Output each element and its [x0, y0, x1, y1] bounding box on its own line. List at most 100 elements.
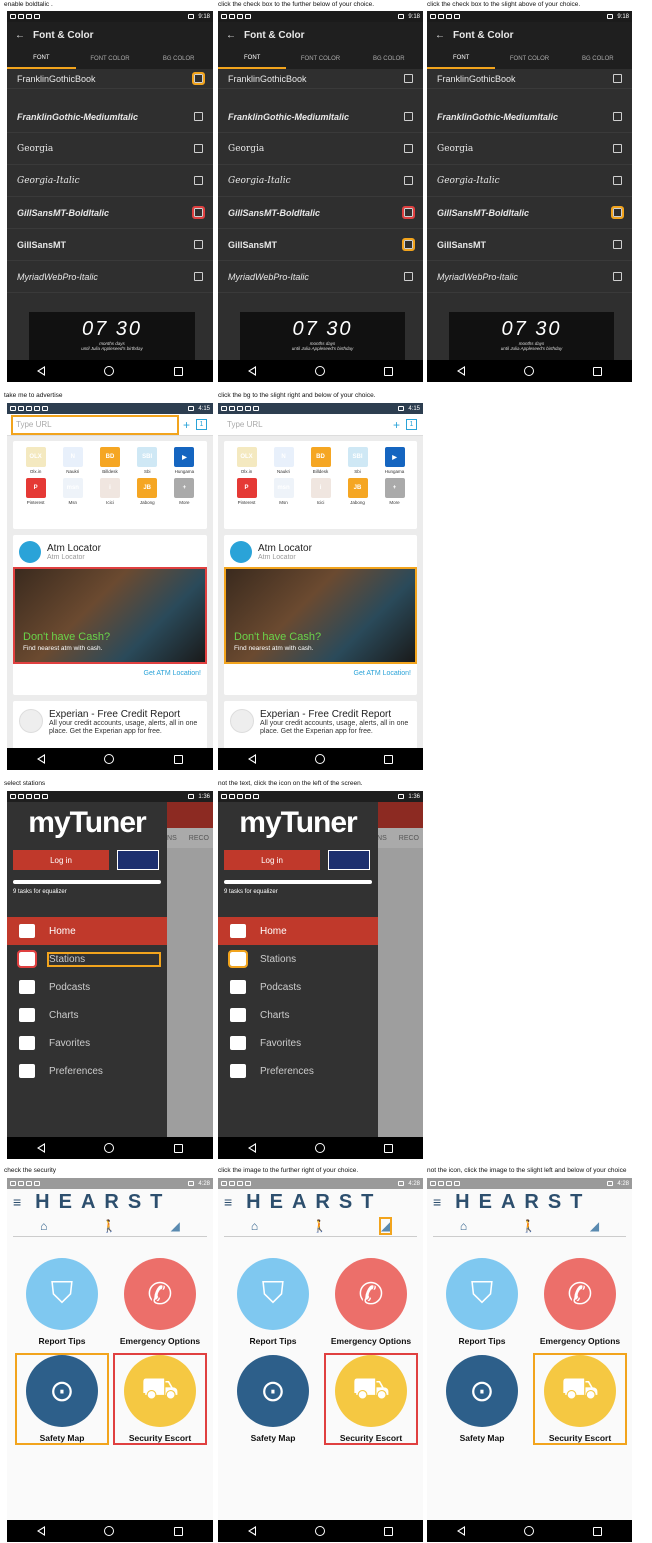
home-tab-icon[interactable]: ⌂ — [251, 1219, 258, 1233]
checkbox[interactable] — [613, 272, 622, 281]
recents-icon[interactable] — [174, 366, 184, 376]
checkbox[interactable] — [194, 144, 203, 153]
checkbox[interactable] — [194, 112, 203, 121]
app-shortcut[interactable]: + More — [376, 478, 413, 505]
get-atm-link[interactable]: Get ATM Location! — [224, 662, 417, 685]
country-flag[interactable] — [117, 850, 159, 870]
font-row[interactable]: Georgia — [218, 133, 423, 165]
report-tips-item[interactable]: ⛉ Report Tips — [437, 1258, 527, 1346]
country-flag[interactable] — [328, 850, 370, 870]
car-icon[interactable]: ⛟ — [544, 1355, 616, 1427]
checkbox[interactable] — [402, 238, 415, 251]
recents-icon[interactable] — [384, 366, 394, 376]
arrow-left-icon[interactable]: ← — [435, 30, 445, 41]
font-row[interactable]: FranklinGothicBook — [427, 69, 632, 89]
checkbox[interactable] — [192, 72, 205, 85]
radio-icon[interactable] — [228, 950, 248, 968]
shield-icon[interactable]: ⛉ — [237, 1258, 309, 1330]
font-row[interactable]: MyriadWebPro-Italic — [7, 261, 213, 293]
app-shortcut[interactable]: msn Msn — [265, 478, 302, 505]
back-icon[interactable] — [456, 366, 465, 376]
menu-item-charts[interactable]: Charts — [7, 1001, 167, 1029]
back-icon[interactable] — [36, 366, 45, 376]
add-tab-button[interactable]: + — [393, 418, 400, 432]
emergency-options-item[interactable]: ✆ Emergency Options — [115, 1258, 205, 1346]
safety-map-item[interactable]: ⊙ Safety Map — [228, 1355, 318, 1443]
app-shortcut[interactable]: OLX Olx.in — [17, 447, 54, 474]
home-icon[interactable] — [314, 1526, 325, 1536]
home-icon[interactable] — [314, 1143, 325, 1153]
tab-bg-color[interactable]: BG COLOR — [564, 48, 632, 69]
font-row[interactable]: GillSansMT-BoldItalic — [7, 197, 213, 229]
font-row[interactable]: FranklinGothic-MediumItalic — [427, 101, 632, 133]
checkbox[interactable] — [194, 176, 203, 185]
font-row[interactable]: FranklinGothic-MediumItalic — [7, 101, 213, 133]
back-icon[interactable] — [247, 754, 256, 764]
phone-icon[interactable]: ✆ — [124, 1258, 196, 1330]
app-shortcut[interactable]: ▶ Hungama — [376, 447, 413, 474]
app-shortcut[interactable]: i Icici — [91, 478, 128, 505]
arrow-left-icon[interactable]: ← — [15, 30, 25, 41]
back-icon[interactable] — [36, 1143, 45, 1153]
walk-tab-icon[interactable]: 🚶 — [521, 1219, 536, 1233]
font-row[interactable]: GillSansMT — [218, 229, 423, 261]
font-row[interactable]: FranklinGothicBook — [218, 69, 423, 89]
app-shortcut[interactable]: N Naukri — [54, 447, 91, 474]
security-escort-item[interactable]: ⛟ Security Escort — [113, 1353, 207, 1445]
home-icon[interactable] — [523, 1526, 534, 1536]
app-icon[interactable]: JB — [137, 478, 158, 498]
home-icon[interactable] — [523, 366, 534, 376]
alert-tab-icon[interactable]: ◢ — [171, 1219, 180, 1233]
tab-bg-color[interactable]: BG COLOR — [355, 48, 423, 69]
ad-banner[interactable]: Don't have Cash? Find nearest atm with ca… — [224, 567, 417, 664]
tab-font[interactable]: FONT — [7, 48, 76, 69]
app-icon[interactable]: msn — [273, 478, 294, 498]
app-icon[interactable]: SBI — [137, 447, 158, 467]
recents-icon[interactable] — [384, 754, 394, 764]
map-pin-icon[interactable]: ⊙ — [446, 1355, 518, 1427]
recents-icon[interactable] — [174, 1143, 184, 1153]
checkbox[interactable] — [404, 144, 413, 153]
menu-icon[interactable]: ≡ — [13, 1194, 21, 1210]
emergency-options-item[interactable]: ✆ Emergency Options — [535, 1258, 625, 1346]
menu-icon[interactable]: ≡ — [433, 1194, 441, 1210]
menu-item-favorites[interactable]: Favorites — [218, 1029, 378, 1057]
menu-icon[interactable]: ≡ — [224, 1194, 232, 1210]
shield-icon[interactable]: ⛉ — [446, 1258, 518, 1330]
app-icon[interactable]: + — [384, 478, 405, 498]
app-icon[interactable]: P — [236, 478, 257, 498]
menu-item-podcasts[interactable]: Podcasts — [7, 973, 167, 1001]
font-row[interactable]: FranklinGothic-MediumItalic — [218, 101, 423, 133]
checkbox[interactable] — [613, 144, 622, 153]
app-shortcut[interactable]: OLX Olx.in — [228, 447, 265, 474]
alert-tab-icon[interactable]: ◢ — [590, 1219, 599, 1233]
walk-tab-icon[interactable]: 🚶 — [102, 1219, 117, 1233]
font-row[interactable]: GillSansMT-BoldItalic — [427, 197, 632, 229]
safety-map-item[interactable]: ⊙ Safety Map — [437, 1355, 527, 1443]
checkbox[interactable] — [613, 176, 622, 185]
menu-item-charts[interactable]: Charts — [218, 1001, 378, 1029]
menu-item-preferences[interactable]: Preferences — [218, 1057, 378, 1085]
back-icon[interactable] — [247, 366, 256, 376]
back-icon[interactable] — [456, 1526, 465, 1536]
tab-font[interactable]: FONT — [218, 48, 287, 69]
app-icon[interactable]: JB — [347, 478, 368, 498]
app-icon[interactable]: msn — [62, 478, 83, 498]
checkbox[interactable] — [404, 272, 413, 281]
phone-icon[interactable]: ✆ — [544, 1258, 616, 1330]
tab-font[interactable]: FONT — [427, 48, 496, 69]
font-row[interactable]: FranklinGothicBook — [7, 69, 213, 89]
app-icon[interactable]: ▶ — [174, 447, 195, 467]
app-shortcut[interactable]: JB Jabong — [129, 478, 166, 505]
font-row[interactable]: Georgia-Italic — [7, 165, 213, 197]
back-icon[interactable] — [36, 1526, 45, 1536]
app-icon[interactable]: N — [273, 447, 294, 467]
arrow-left-icon[interactable]: ← — [226, 30, 236, 41]
font-row[interactable]: GillSansMT — [427, 229, 632, 261]
app-shortcut[interactable]: + More — [166, 478, 203, 505]
app-shortcut[interactable]: msn Msn — [54, 478, 91, 505]
checkbox[interactable] — [613, 240, 622, 249]
report-tips-item[interactable]: ⛉ Report Tips — [228, 1258, 318, 1346]
app-shortcut[interactable]: N Naukri — [265, 447, 302, 474]
menu-item-stations[interactable]: Stations — [7, 945, 167, 973]
